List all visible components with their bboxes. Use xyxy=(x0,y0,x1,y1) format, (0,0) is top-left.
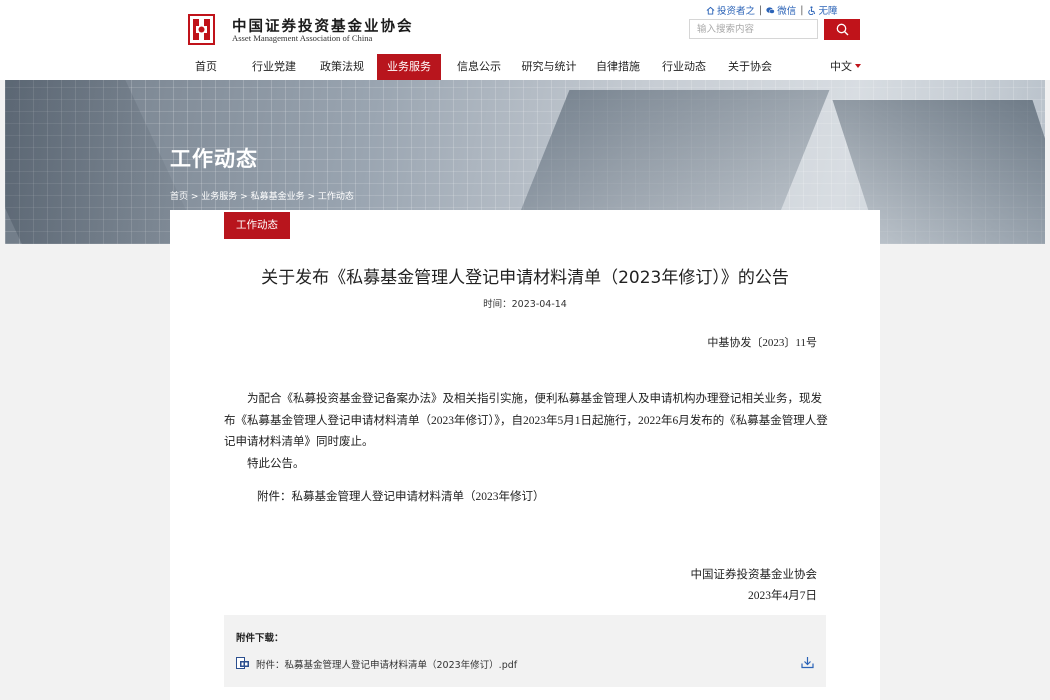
search-icon xyxy=(836,23,848,36)
signature-organization: 中国证券投资基金业协会 xyxy=(690,569,818,581)
attachment-note: 附件：私募基金管理人登记申请材料清单（2023年修订） xyxy=(257,491,545,503)
language-label: 中文 xyxy=(830,60,852,73)
breadcrumb-item[interactable]: 首页 xyxy=(170,192,188,202)
accessibility-link-label: 无障 xyxy=(818,6,838,17)
quick-links: 投资者之 | 微信 | 无障 xyxy=(706,3,837,17)
caret-down-icon xyxy=(855,64,861,68)
nav-item-about[interactable]: 关于协会 xyxy=(722,54,778,80)
investor-link-label: 投资者之 xyxy=(717,6,756,17)
breadcrumb-separator: > xyxy=(237,192,251,202)
download-icon[interactable] xyxy=(801,656,814,669)
nav-item-self-regulation[interactable]: 自律措施 xyxy=(590,54,646,80)
breadcrumb-separator: > xyxy=(188,192,202,202)
attachment-file-link[interactable]: 附件：私募基金管理人登记申请材料清单（2023年修订）.pdf xyxy=(236,656,814,672)
accessibility-icon xyxy=(808,5,816,15)
site-header: 中国证券投资基金业协会 Asset Management Association… xyxy=(0,0,1050,80)
breadcrumb: 首页 > 业务服务 > 私募基金业务 > 工作动态 xyxy=(170,189,354,202)
amac-logo-icon[interactable] xyxy=(188,14,215,45)
divider: | xyxy=(800,4,804,16)
nav-item-industry-news[interactable]: 行业动态 xyxy=(656,54,712,80)
breadcrumb-item[interactable]: 私募基金业务 xyxy=(251,192,305,202)
download-heading: 附件下载： xyxy=(236,633,284,644)
nav-item-home[interactable]: 首页 xyxy=(190,54,222,80)
breadcrumb-separator: > xyxy=(304,192,318,202)
home-icon xyxy=(706,6,715,15)
language-switcher[interactable]: 中文 xyxy=(830,54,861,80)
nav-item-disclosure[interactable]: 信息公示 xyxy=(451,54,507,80)
banner-title: 工作动态 xyxy=(170,147,258,171)
nav-item-research[interactable]: 研究与统计 xyxy=(517,54,581,80)
search-button[interactable] xyxy=(824,19,860,40)
wechat-icon xyxy=(766,6,775,14)
nav-item-business-services[interactable]: 业务服务 xyxy=(377,54,441,80)
wechat-link-label: 微信 xyxy=(777,6,797,17)
wechat-link[interactable]: 微信 xyxy=(766,3,796,17)
article-card: 工作动态 关于发布《私募基金管理人登记申请材料清单（2023年修订）》的公告 时… xyxy=(170,210,880,700)
breadcrumb-item[interactable]: 业务服务 xyxy=(201,192,237,202)
main-nav: 首页 行业党建 政策法规 业务服务 信息公示 研究与统计 自律措施 行业动态 关… xyxy=(0,54,1050,80)
brand-name-en: Asset Management Association of China xyxy=(232,33,373,43)
attachment-file-name[interactable]: 附件：私募基金管理人登记申请材料清单（2023年修订）.pdf xyxy=(256,657,517,671)
body-paragraph: 为配合《私募投资基金登记备案办法》及相关指引实施，便利私募基金管理人及申请机构办… xyxy=(224,393,828,448)
section-tab: 工作动态 xyxy=(224,212,290,239)
article-body: 为配合《私募投资基金登记备案办法》及相关指引实施，便利私募基金管理人及申请机构办… xyxy=(224,389,829,475)
nav-item-policies[interactable]: 政策法规 xyxy=(314,54,370,80)
investor-link[interactable]: 投资者之 xyxy=(706,3,755,17)
accessibility-link[interactable]: 无障 xyxy=(807,3,837,17)
signature-date: 2023年4月7日 xyxy=(748,590,817,602)
article-time: 时间：2023-04-14 xyxy=(483,299,567,310)
document-number: 中基协发〔2023〕11号 xyxy=(707,337,817,349)
nav-item-party-building[interactable]: 行业党建 xyxy=(246,54,302,80)
pdf-file-icon xyxy=(236,657,249,669)
article-title: 关于发布《私募基金管理人登记申请材料清单（2023年修订）》的公告 xyxy=(261,268,789,288)
breadcrumb-item-current[interactable]: 工作动态 xyxy=(318,192,354,202)
download-panel: 附件下载： 附件：私募基金管理人登记申请材料清单（2023年修订）.pdf xyxy=(224,615,826,687)
closing-line: 特此公告。 xyxy=(247,457,305,470)
search-input[interactable] xyxy=(689,19,818,39)
divider: | xyxy=(759,4,763,16)
